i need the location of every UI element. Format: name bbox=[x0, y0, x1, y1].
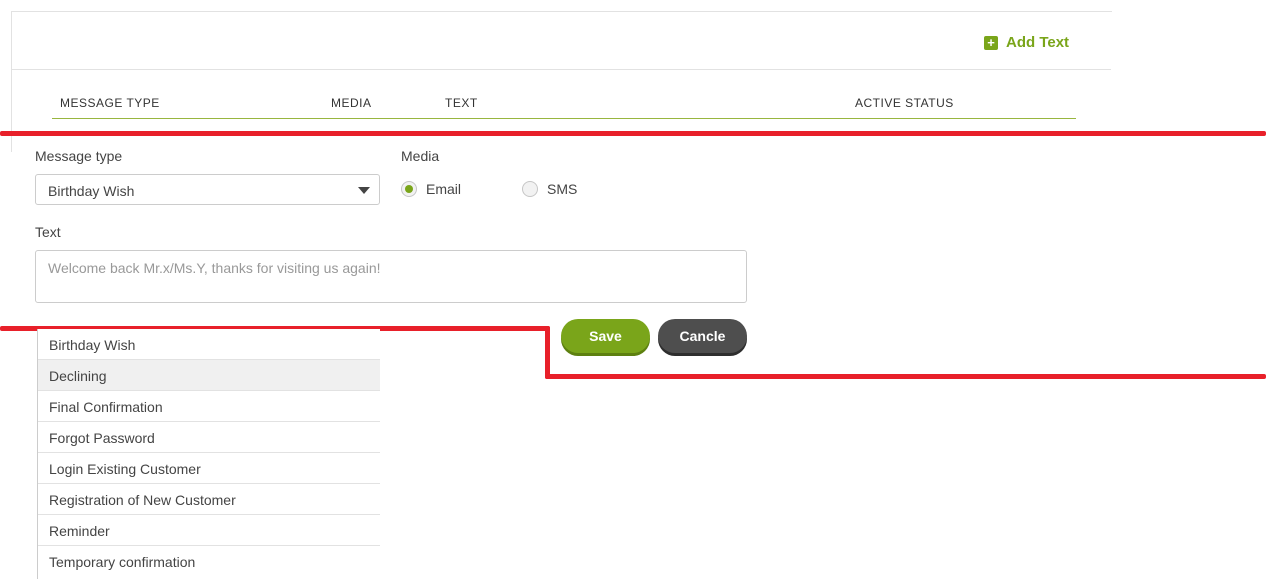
dropdown-option-temporary-confirmation[interactable]: Temporary confirmation bbox=[38, 546, 380, 577]
cancel-button[interactable]: Cancle bbox=[658, 319, 747, 353]
dropdown-option-label: Final Confirmation bbox=[49, 399, 163, 415]
radio-circle-checked bbox=[401, 181, 417, 197]
annotation-line-vertical bbox=[545, 326, 550, 379]
annotation-line-bottom bbox=[545, 374, 1266, 379]
column-text: TEXT bbox=[445, 96, 478, 110]
save-button[interactable]: Save bbox=[561, 319, 650, 353]
message-type-label: Message type bbox=[35, 148, 123, 164]
table-header: MESSAGE TYPE MEDIA TEXT ACTIVE STATUS bbox=[52, 94, 1076, 119]
media-label: Media bbox=[401, 148, 440, 164]
radio-sms[interactable]: SMS bbox=[522, 181, 577, 197]
dropdown-option-declining[interactable]: Declining bbox=[38, 360, 380, 391]
text-input-placeholder: Welcome back Mr.x/Ms.Y, thanks for visit… bbox=[48, 260, 381, 276]
message-type-value: Birthday Wish bbox=[48, 183, 135, 199]
dropdown-option-label: Login Existing Customer bbox=[49, 461, 201, 477]
dropdown-option-forgot-password[interactable]: Forgot Password bbox=[38, 422, 380, 453]
add-text-label: Add Text bbox=[1006, 34, 1070, 51]
column-media: MEDIA bbox=[331, 96, 372, 110]
dropdown-option-label: Reminder bbox=[49, 523, 110, 539]
radio-email-label: Email bbox=[426, 181, 462, 197]
dropdown-option-reminder[interactable]: Reminder bbox=[38, 515, 380, 546]
dropdown-option-birthday-wish[interactable]: Birthday Wish bbox=[38, 329, 380, 360]
dropdown-option-label: Forgot Password bbox=[49, 430, 155, 446]
plus-icon: + bbox=[984, 35, 998, 50]
text-label: Text bbox=[35, 224, 61, 240]
panel-divider bbox=[11, 69, 1111, 70]
dropdown-option-label: Registration of New Customer bbox=[49, 492, 236, 508]
column-message-type: MESSAGE TYPE bbox=[60, 96, 160, 110]
dropdown-option-label: Temporary confirmation bbox=[49, 554, 196, 570]
dropdown-option-registration-new-customer[interactable]: Registration of New Customer bbox=[38, 484, 380, 515]
message-type-select[interactable]: Birthday Wish bbox=[35, 174, 380, 205]
text-input[interactable]: Welcome back Mr.x/Ms.Y, thanks for visit… bbox=[35, 250, 747, 303]
dropdown-option-final-confirmation[interactable]: Final Confirmation bbox=[38, 391, 380, 422]
message-type-dropdown: Birthday Wish Declining Final Confirmati… bbox=[37, 329, 380, 579]
column-active-status: ACTIVE STATUS bbox=[855, 96, 954, 110]
dropdown-option-login-existing-customer[interactable]: Login Existing Customer bbox=[38, 453, 380, 484]
radio-sms-label: SMS bbox=[547, 181, 578, 197]
dropdown-option-label: Birthday Wish bbox=[49, 337, 136, 353]
annotation-line-top bbox=[0, 131, 1266, 136]
dropdown-option-label: Declining bbox=[49, 368, 107, 384]
radio-email[interactable]: Email bbox=[401, 181, 461, 197]
caret-down-icon bbox=[358, 187, 370, 194]
add-text-button[interactable]: + Add Text bbox=[984, 34, 1069, 51]
radio-circle-unchecked bbox=[522, 181, 538, 197]
